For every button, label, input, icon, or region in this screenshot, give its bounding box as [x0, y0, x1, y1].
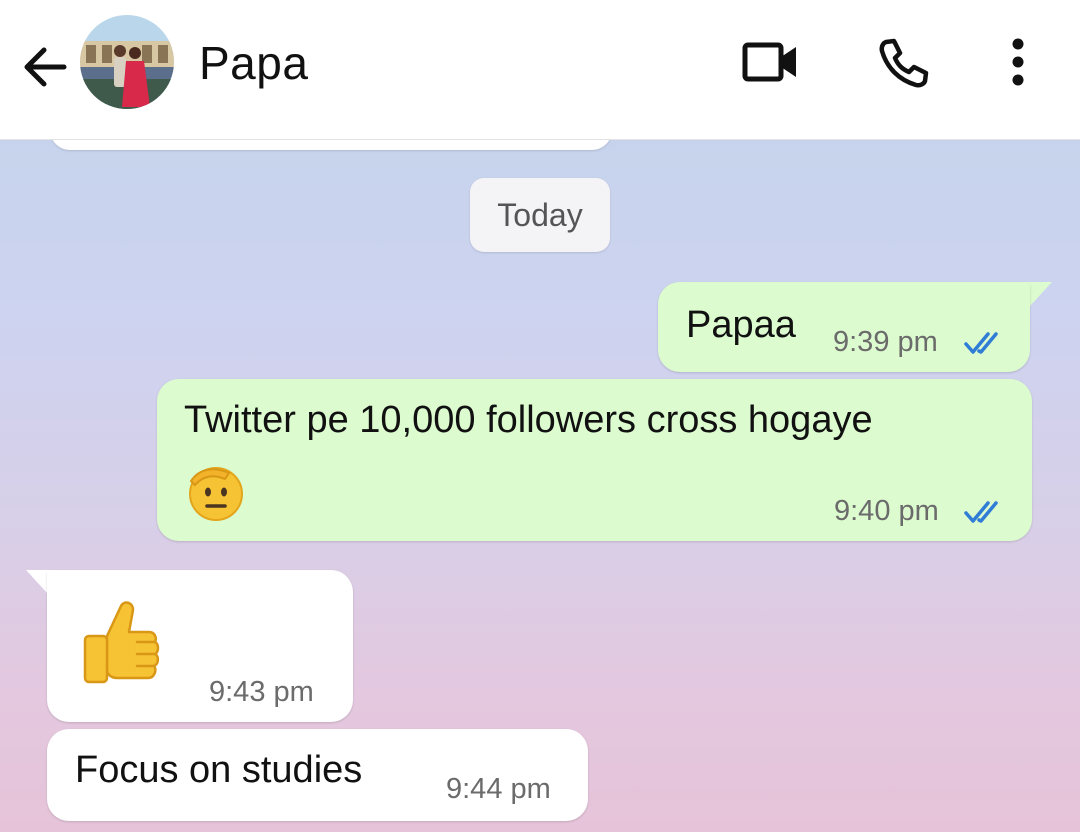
message-text: Twitter pe 10,000 followers cross hogaye	[184, 399, 873, 441]
previous-message-bubble[interactable]	[50, 140, 612, 150]
chat-header: Papa	[0, 0, 1080, 140]
back-arrow-icon[interactable]	[18, 40, 72, 94]
avatar[interactable]	[80, 15, 174, 109]
incoming-message[interactable]: Focus on studies 9:44 pm	[47, 729, 588, 821]
message-time: 9:39 pm	[833, 326, 938, 358]
read-ticks-icon	[964, 501, 998, 523]
read-ticks-icon	[964, 332, 998, 354]
message-time: 9:44 pm	[446, 773, 551, 805]
contact-name[interactable]: Papa	[199, 36, 308, 90]
message-text: Focus on studies	[75, 749, 363, 791]
message-time: 9:40 pm	[834, 495, 939, 527]
phone-icon[interactable]	[872, 30, 936, 94]
chat-area[interactable]: Today Papaa 9:39 pm Twitter pe 10,000 fo…	[0, 140, 1080, 832]
saluting-face-emoji	[189, 467, 243, 521]
more-options-icon[interactable]	[986, 30, 1050, 94]
thumbs-up-emoji	[83, 601, 160, 684]
video-call-icon[interactable]	[738, 30, 802, 94]
outgoing-message[interactable]: Twitter pe 10,000 followers cross hogaye…	[157, 379, 1032, 541]
message-text: Papaa	[686, 304, 796, 346]
date-chip: Today	[470, 178, 610, 252]
incoming-message[interactable]: 9:43 pm	[47, 570, 353, 722]
outgoing-message[interactable]: Papaa 9:39 pm	[658, 282, 1030, 372]
message-time: 9:43 pm	[209, 676, 314, 708]
